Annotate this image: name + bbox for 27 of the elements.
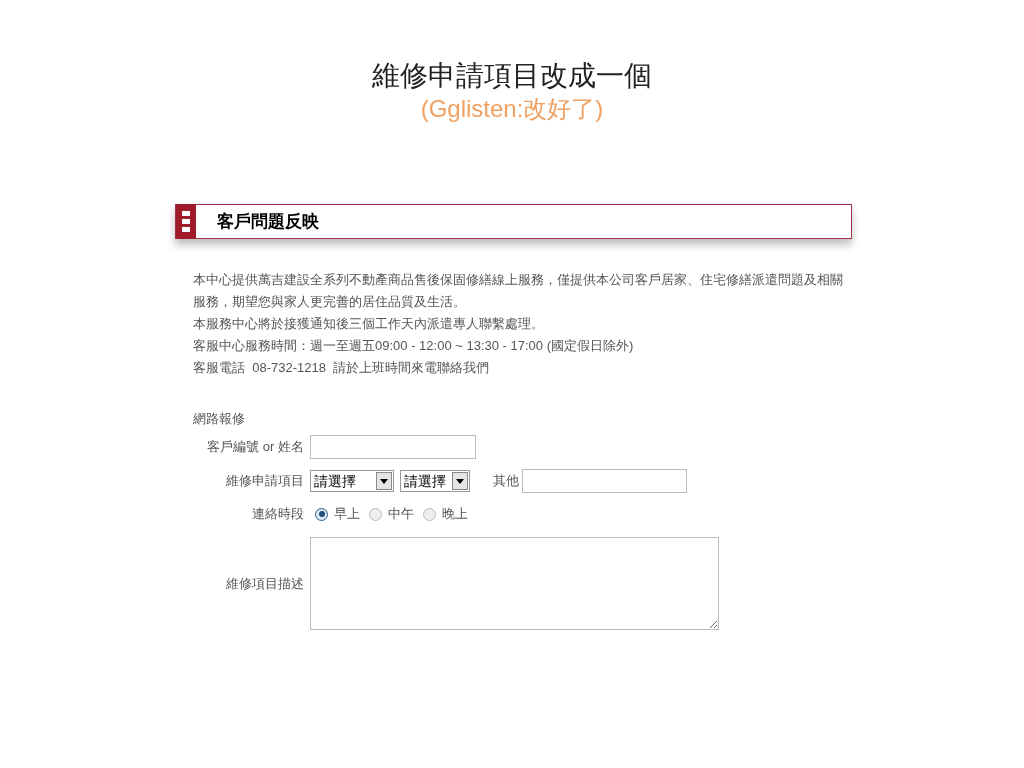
- field-label: 維修申請項目: [225, 472, 305, 491]
- slide-subtitle: (Gglisten:改好了): [420, 94, 604, 124]
- caret-icon: [452, 472, 468, 490]
- field-label: 連絡時段: [251, 505, 305, 524]
- intro-text: 客服中心服務時間：週一至週五09:00 - 12:00 ~ 13:30 - 17:00 (國定假日除外): [193, 337, 635, 355]
- text-area[interactable]: [310, 537, 719, 630]
- field-label: 維修項目描述: [225, 574, 305, 593]
- radio-label: 早上: [334, 505, 360, 524]
- radio-button[interactable]: [369, 507, 382, 521]
- form-heading: 網路報修: [193, 410, 246, 428]
- dropdown[interactable]: 請選擇: [310, 470, 394, 492]
- intro-text: 本服務中心將於接獲通知後三個工作天內派遣專人聯繫處理。: [193, 315, 545, 333]
- intro-text: 本中心提供萬吉建設全系列不動產商品售後保固修繕線上服務，僅提供本公司客戶居家、住宅修繕派遣問題及相關服務，期望您與家人更完善的居住品質及生活。: [193, 271, 843, 311]
- radio-button[interactable]: [423, 507, 436, 521]
- field-label: 客戶編號 or 姓名: [206, 438, 305, 457]
- logo-icon: [176, 204, 196, 239]
- caret-icon: [376, 472, 392, 490]
- section-title: 客戶問題反映: [217, 209, 319, 233]
- dropdown[interactable]: 請選擇: [400, 470, 470, 492]
- radio-label: 中午: [388, 505, 414, 524]
- input-field[interactable]: [310, 435, 476, 459]
- field-label: 其他: [493, 472, 519, 491]
- radio-button[interactable]: [315, 507, 328, 521]
- radio-label: 晚上: [442, 505, 468, 524]
- input-field[interactable]: [522, 469, 687, 493]
- intro-text: 客服電話 08-732-1218 請於上班時間來電聯絡我們: [193, 359, 491, 377]
- slide-title: 維修申請項目改成一個: [372, 59, 652, 93]
